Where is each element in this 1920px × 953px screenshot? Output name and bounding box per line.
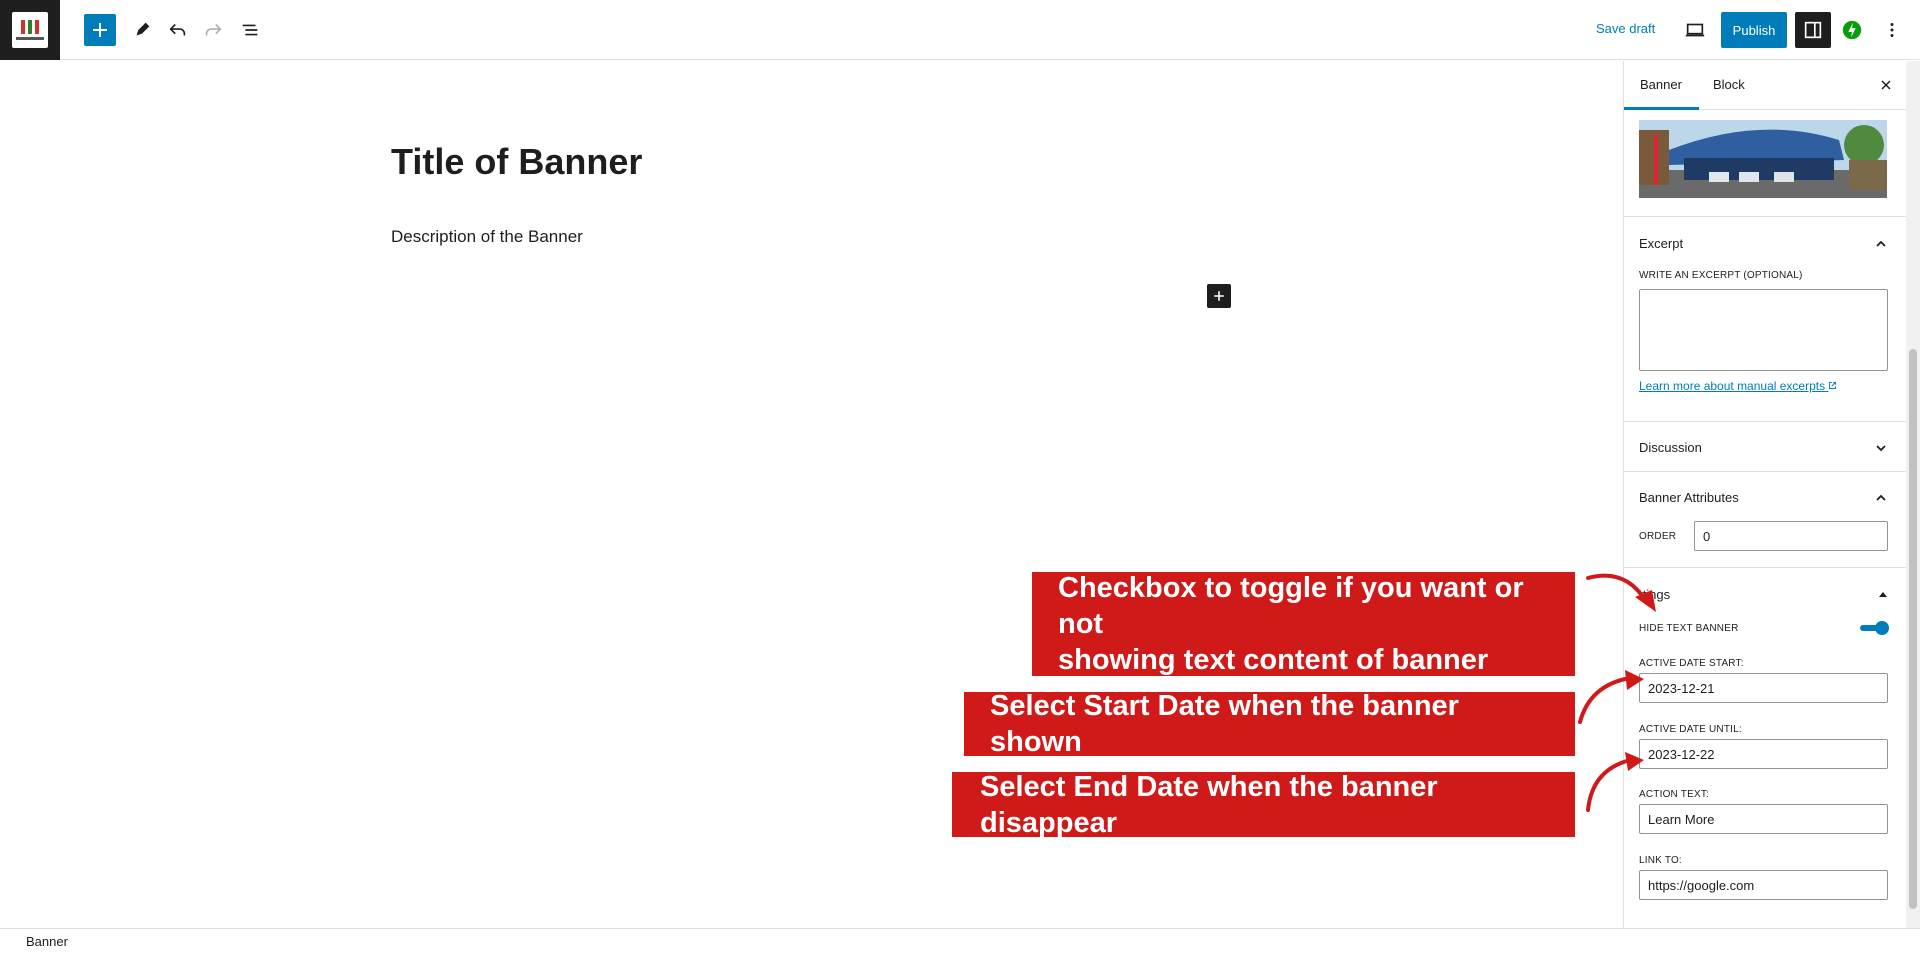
pencil-icon [136,22,150,36]
plus-icon [93,23,107,37]
breadcrumb-banner[interactable]: Banner [26,934,68,949]
block-inserter-button[interactable] [1207,284,1231,308]
tab-banner[interactable]: Banner [1640,77,1682,92]
start-date-annotation: Select Start Date when the banner shown [964,690,1575,758]
chevron-up-icon[interactable] [1873,490,1889,506]
site-logo-image [12,12,48,48]
options-button[interactable] [1876,14,1908,46]
sidebar-tabs: Banner Block [1624,61,1920,110]
caret-up-icon[interactable] [1878,590,1888,598]
hide-text-banner-toggle[interactable] [1860,621,1889,635]
block-editor: Save draft Publish Title of Banner Descr… [0,0,1920,953]
chevron-up-icon[interactable] [1873,236,1889,252]
jetpack-icon [1842,20,1862,40]
link-to-input[interactable]: https://google.com [1639,870,1888,900]
excerpt-textarea[interactable] [1639,289,1888,371]
toggle-annotation-line1: Checkbox to toggle if you want or not [1058,572,1524,640]
settings-toggle-button[interactable] [1795,12,1831,48]
end-date-annotation: Select End Date when the banner disappea… [952,771,1575,839]
active-date-until-input[interactable]: 2023-12-22 [1639,739,1888,769]
jetpack-button[interactable] [1836,14,1868,46]
active-tab-indicator [1624,107,1699,110]
close-settings-button[interactable] [1872,71,1900,99]
close-icon [1881,80,1891,90]
order-input[interactable]: 0 [1694,521,1888,551]
excerpt-learn-more-text: Learn more about manual excerpts [1639,379,1826,393]
settings-heading[interactable]: ttings [1639,587,1670,602]
hide-text-banner-label: HIDE TEXT BANNER [1639,623,1739,634]
sidebar-scrollbar[interactable] [1906,61,1920,928]
action-text-input[interactable]: Learn More [1639,804,1888,834]
settings-sidebar: Banner Block Excerpt WRITE AN EXCERPT (O… [1623,61,1920,928]
order-label: ORDER [1639,531,1677,542]
post-title[interactable]: Title of Banner [391,141,642,183]
banner-attributes-panel: Banner Attributes ORDER 0 [1624,471,1920,567]
redo-icon [205,23,222,36]
banner-attributes-heading[interactable]: Banner Attributes [1639,490,1739,505]
excerpt-panel: Excerpt WRITE AN EXCERPT (OPTIONAL) Lear… [1624,216,1920,421]
tools-button[interactable] [126,14,158,46]
list-view-button[interactable] [234,14,266,46]
preview-button[interactable] [1679,14,1711,46]
paragraph-block[interactable]: Description of the Banner [391,227,583,247]
chevron-down-icon[interactable] [1873,440,1889,456]
desktop-preview-icon [1685,23,1705,37]
toggle-annotation: Checkbox to toggle if you want or not sh… [1032,572,1575,676]
excerpt-label: WRITE AN EXCERPT (OPTIONAL) [1639,270,1803,281]
featured-image[interactable] [1639,120,1887,198]
sidebar-settings-icon [1804,21,1822,39]
list-view-icon [242,24,258,36]
site-logo[interactable] [0,0,60,60]
tab-block[interactable]: Block [1713,77,1745,92]
redo-button[interactable] [197,14,229,46]
action-text-label: ACTION TEXT: [1639,789,1710,800]
external-link-icon [1829,382,1837,389]
add-block-button[interactable] [84,14,116,46]
scrollbar-thumb[interactable] [1909,349,1917,909]
discussion-heading[interactable]: Discussion [1639,440,1702,455]
more-vertical-icon [1890,23,1894,37]
undo-button[interactable] [162,14,194,46]
banner-settings-panel: ttings HIDE TEXT BANNER ACTIVE DATE STAR… [1624,567,1920,927]
block-breadcrumb-bar: Banner [0,928,1920,953]
link-to-label: LINK TO: [1639,855,1682,866]
save-draft-button[interactable]: Save draft [1596,21,1655,36]
active-date-start-label: ACTIVE DATE START: [1639,658,1744,669]
toggle-annotation-line2: showing text content of banner [1058,644,1489,676]
editor-toolbar: Save draft Publish [0,0,1920,60]
plus-icon [1214,291,1224,301]
undo-icon [169,23,186,36]
publish-button[interactable]: Publish [1721,12,1787,48]
discussion-panel: Discussion [1624,421,1920,471]
active-date-until-label: ACTIVE DATE UNTIL: [1639,724,1742,735]
excerpt-heading[interactable]: Excerpt [1639,236,1683,251]
excerpt-learn-more-link[interactable]: Learn more about manual excerpts [1639,379,1837,393]
featured-image-photo [1639,120,1887,198]
active-date-start-input[interactable]: 2023-12-21 [1639,673,1888,703]
